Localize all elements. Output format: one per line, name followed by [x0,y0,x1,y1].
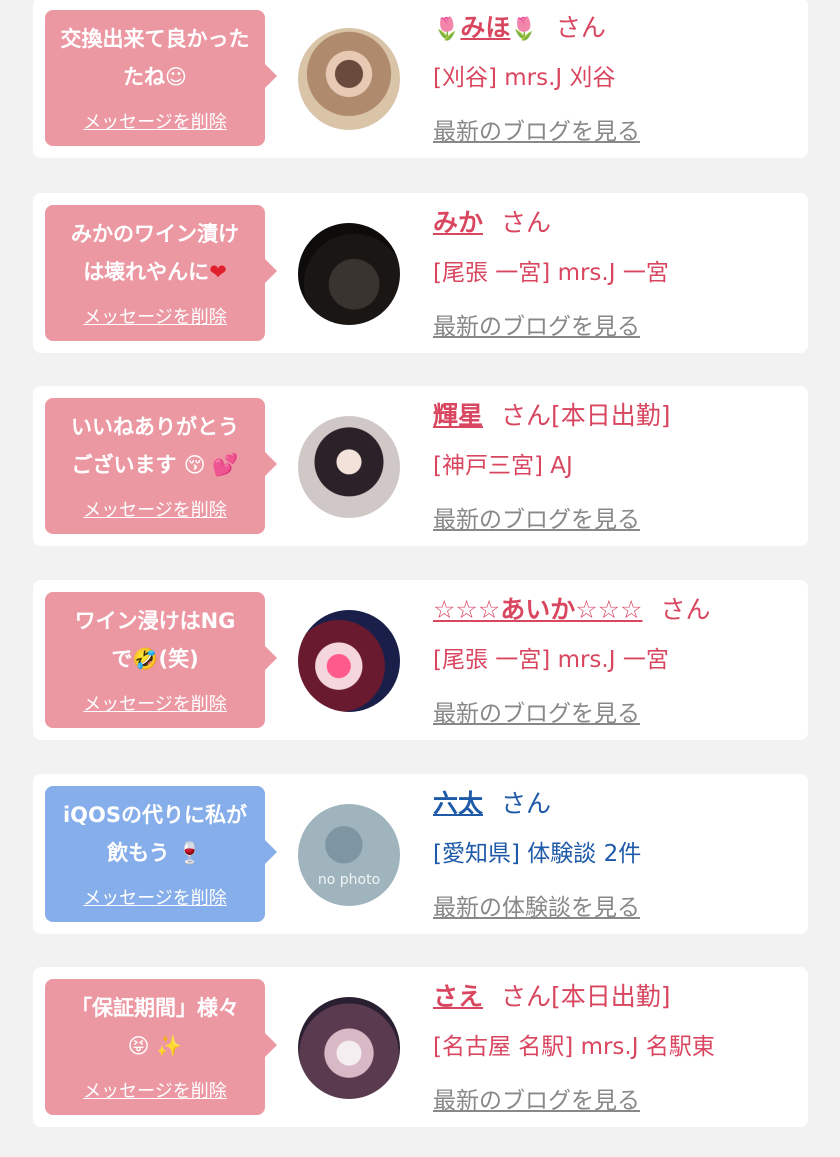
delete-message-link[interactable]: メッセージを削除 [45,690,265,716]
message-card: iQOSの代りに私が 飲もう 🍷 メッセージを削除 no photo 六太 さん … [33,774,808,934]
status-badge: [本日出勤] [551,401,671,430]
user-name-link[interactable]: 輝星 [433,401,483,430]
blog-link[interactable]: 最新のブログを見る [433,307,640,341]
tulip-icon: 🌷 [433,17,461,42]
message-card: みかのワイン漬け は壊れやんに❤ メッセージを削除 みか さん [尾張 一宮] m… [33,193,808,353]
blog-link[interactable]: 最新のブログを見る [433,694,640,728]
wine-glass-icon: 🍷 [176,841,203,865]
no-photo-label: no photo [317,872,381,888]
honorific: さん [555,13,606,42]
status-badge: [本日出勤] [551,982,671,1011]
message-text: 「保証期間」様々 😝 ✨ [71,996,239,1058]
name-line: 🌷みほ🌷 さん [433,8,606,44]
delete-message-link[interactable]: メッセージを削除 [45,303,265,329]
heart-icon: ❤ [209,260,227,284]
message-bubble: いいねありがとう ございます 😚 💕 メッセージを削除 [45,398,277,534]
shop-info: [刈谷] mrs.J 刈谷 [433,65,616,91]
message-text: iQOSの代りに私が 飲もう 🍷 [62,803,248,865]
shop-info: [神戸三宮] AJ [433,453,573,479]
message-bubble: みかのワイン漬け は壊れやんに❤ メッセージを削除 [45,205,277,341]
honorific: さん [501,982,552,1011]
user-name-link[interactable]: 六太 [433,789,483,818]
message-text: いいねありがとう ございます 😚 💕 [71,415,239,477]
shop-info: [愛知県] 体験談 2件 [433,841,642,867]
message-bubble: 「保証期間」様々 😝 ✨ メッセージを削除 [45,979,277,1115]
honorific: さん [501,208,552,237]
message-text: みかのワイン漬け は壊れやんに❤ [71,222,239,284]
delete-message-link[interactable]: メッセージを削除 [45,884,265,910]
avatar[interactable] [298,28,400,130]
avatar[interactable] [298,610,400,712]
kiss-and-hearts-icon: 😚 💕 [183,453,239,477]
name-line: ☆☆☆あいか☆☆☆ さん [433,590,711,626]
blog-link[interactable]: 最新のブログを見る [433,500,640,534]
blog-link[interactable]: 最新のブログを見る [433,112,640,146]
shop-info: [尾張 一宮] mrs.J 一宮 [433,260,669,286]
message-bubble: iQOSの代りに私が 飲もう 🍷 メッセージを削除 [45,786,277,922]
delete-message-link[interactable]: メッセージを削除 [45,1077,265,1103]
avatar[interactable] [298,997,400,1099]
name-line: 六太 さん [433,784,551,820]
name-line: 輝星 さん[本日出勤] [433,396,671,432]
smile-emoji-icon: ☺ [165,65,187,89]
delete-message-link[interactable]: メッセージを削除 [45,496,265,522]
tongue-and-sparkles-icon: 😝 ✨ [127,1034,183,1058]
message-card: いいねありがとう ございます 😚 💕 メッセージを削除 輝星 さん[本日出勤] [… [33,386,808,546]
message-card: 「保証期間」様々 😝 ✨ メッセージを削除 さえ さん[本日出勤] [名古屋 名駅… [33,967,808,1127]
shop-info: [尾張 一宮] mrs.J 一宮 [433,647,669,673]
review-link[interactable]: 最新の体験談を見る [433,888,640,922]
user-name-link[interactable]: さえ [433,982,483,1011]
tulip-icon: 🌷 [510,17,538,42]
honorific: さん [660,595,711,624]
name-line: さえ さん[本日出勤] [433,977,671,1013]
message-bubble: 交換出来て良かった たね☺ メッセージを削除 [45,10,277,146]
user-name-link[interactable]: みか [433,208,483,237]
honorific: さん [501,789,552,818]
message-card: ワイン浸けはNG で🤣(笑) メッセージを削除 ☆☆☆あいか☆☆☆ さん [尾張 … [33,580,808,740]
message-bubble: ワイン浸けはNG で🤣(笑) メッセージを削除 [45,592,277,728]
shop-info: [名古屋 名駅] mrs.J 名駅東 [433,1034,715,1060]
avatar[interactable] [298,223,400,325]
user-name-link[interactable]: 🌷みほ🌷 [433,13,538,42]
message-card: 交換出来て良かった たね☺ メッセージを削除 🌷みほ🌷 さん [刈谷] mrs.J… [33,0,808,158]
message-text: ワイン浸けはNG で🤣(笑) [74,609,236,671]
message-text: 交換出来て良かった たね☺ [60,27,250,89]
user-name-link[interactable]: ☆☆☆あいか☆☆☆ [433,595,642,624]
avatar[interactable] [298,416,400,518]
delete-message-link[interactable]: メッセージを削除 [45,108,265,134]
name-line: みか さん [433,203,551,239]
blog-link[interactable]: 最新のブログを見る [433,1081,640,1115]
no-photo-avatar[interactable]: no photo [298,804,400,906]
honorific: さん [501,401,552,430]
